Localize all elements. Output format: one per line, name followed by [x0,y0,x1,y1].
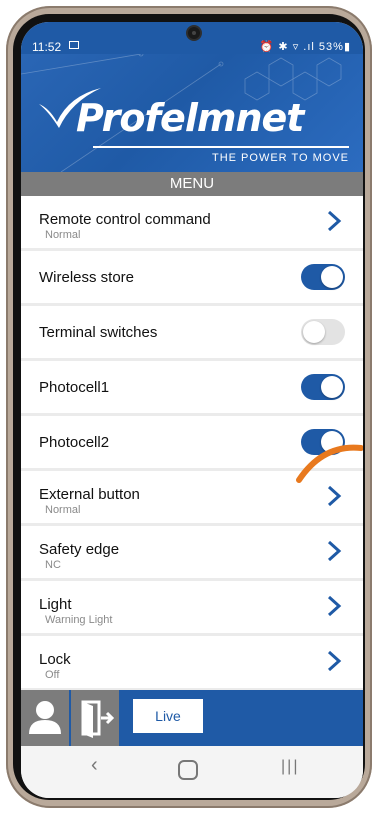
battery-percent: 53% [318,41,344,53]
menu-item-value: Normal [45,504,81,516]
menu-item-title: Light [39,596,72,613]
chevron-right-icon[interactable] [323,210,345,232]
brand-logo-text: Profelmnet [76,96,304,140]
brand-tagline: THE POWER TO MOVE [212,152,349,164]
status-icons: ⏰ ✱ ▿ .ıl 53%▮ [260,40,351,53]
menu-item-remote-control-command[interactable]: Remote control command Normal [21,196,363,248]
user-button[interactable] [21,690,69,746]
toggle-knob [321,266,343,288]
photocell1-toggle[interactable] [301,374,345,400]
back-icon[interactable]: ‹ [91,754,98,777]
status-time: 11:52 [32,40,62,54]
image-icon [69,41,79,49]
exit-button[interactable] [71,690,119,746]
menu-item-title: Safety edge [39,541,120,558]
wireless-store-toggle[interactable] [301,264,345,290]
menu-list: Remote control command Normal Wireless s… [21,196,363,690]
menu-item-lock[interactable]: Lock Off [21,636,363,688]
menu-item-title: Lock [39,651,71,668]
chevron-right-icon[interactable] [323,595,345,617]
toggle-knob [303,321,325,343]
exit-icon [81,700,115,738]
battery-icon: ▮ [343,41,351,53]
menu-header: MENU [21,172,363,196]
menu-item-title: Terminal switches [39,324,158,341]
user-icon [29,701,61,734]
chevron-right-icon[interactable] [323,540,345,562]
menu-item-safety-edge[interactable]: Safety edge NC [21,526,363,578]
menu-item-title: Wireless store [39,269,135,286]
menu-item-wireless-store: Wireless store [21,251,363,303]
front-camera [186,25,202,41]
brand-underline [93,146,349,148]
menu-item-photocell1: Photocell1 [21,361,363,413]
menu-item-light[interactable]: Light Warning Light [21,581,363,633]
recent-apps-icon[interactable]: ||| [281,758,299,776]
home-icon[interactable] [178,760,198,780]
menu-item-value: Normal [45,229,81,241]
status-system-icons: ⏰ ✱ ▿ .ıl [259,41,315,53]
menu-item-title: Photocell2 [39,434,110,451]
menu-item-title: External button [39,486,140,503]
live-button[interactable]: Live [133,699,203,733]
android-nav-bar: ‹ ||| [21,746,363,798]
menu-item-value: Warning Light [45,614,113,626]
menu-item-value: NC [45,559,61,571]
terminal-switches-toggle[interactable] [301,319,345,345]
menu-item-title: Photocell1 [39,379,110,396]
swipe-annotation-arc [296,444,363,483]
toggle-knob [321,376,343,398]
app-screen: 11:52 ⏰ ✱ ▿ .ıl 53%▮ Profelmnet THE POWE [21,22,363,798]
menu-item-terminal-switches: Terminal switches [21,306,363,358]
menu-item-title: Remote control command [39,211,211,228]
chevron-right-icon[interactable] [323,650,345,672]
bottom-bar: Live [21,690,363,746]
brand-banner: Profelmnet THE POWER TO MOVE [21,54,363,172]
menu-item-value: Off [45,669,60,681]
